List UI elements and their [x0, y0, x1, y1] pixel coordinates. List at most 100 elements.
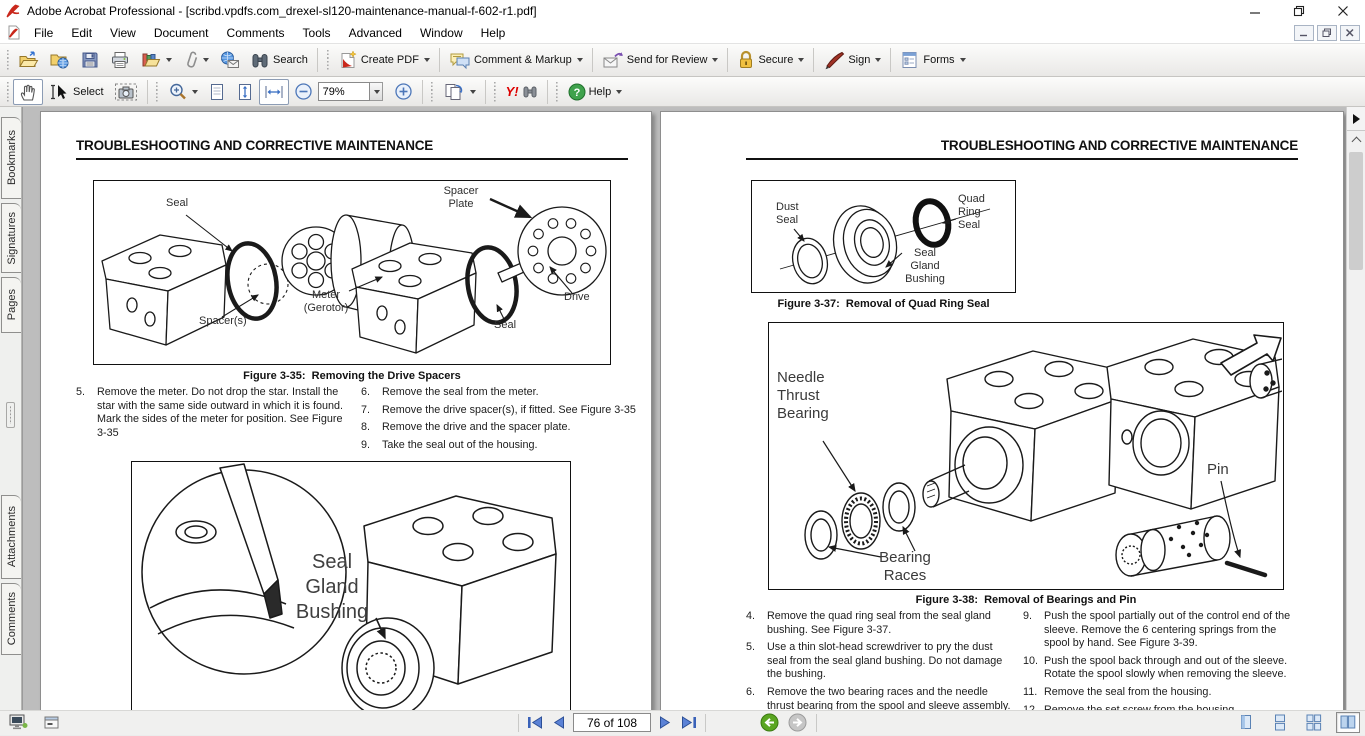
toolbar-grip[interactable]: [555, 82, 560, 102]
toolbar-grip[interactable]: [5, 82, 10, 102]
doc-restore-button[interactable]: [1317, 25, 1337, 41]
tab-signatures[interactable]: Signatures: [1, 203, 21, 273]
toolbar-separator: [727, 48, 728, 72]
menu-edit[interactable]: Edit: [62, 23, 101, 43]
menu-window[interactable]: Window: [411, 23, 472, 43]
first-page-button[interactable]: [526, 715, 545, 730]
figure-label-spacers: Spacer(s): [199, 315, 247, 328]
menu-help[interactable]: Help: [472, 23, 515, 43]
select-tool-button[interactable]: Select: [43, 79, 109, 105]
tab-attachments-label: Attachments: [6, 506, 18, 567]
figure-label-drive: Drive: [564, 291, 590, 304]
send-for-review-button[interactable]: Send for Review: [597, 47, 724, 73]
dropdown-arrow-icon: [374, 90, 380, 94]
step-number: 9.: [1023, 610, 1044, 651]
menu-advanced[interactable]: Advanced: [340, 23, 411, 43]
attach-button[interactable]: [177, 47, 214, 73]
snapshot-tool-button[interactable]: [109, 79, 143, 105]
menu-document[interactable]: Document: [145, 23, 218, 43]
menu-comments[interactable]: Comments: [218, 23, 294, 43]
zoom-level-input[interactable]: [318, 82, 370, 101]
dropdown-arrow-icon: [424, 58, 430, 62]
menu-file[interactable]: File: [25, 23, 62, 43]
facing-pages-icon: [1339, 714, 1357, 731]
menu-view[interactable]: View: [101, 23, 145, 43]
toolbar-grip[interactable]: [5, 50, 10, 70]
email-button[interactable]: [214, 47, 245, 73]
menu-tools[interactable]: Tools: [294, 23, 340, 43]
print-button[interactable]: [105, 47, 135, 73]
toolbar-grip[interactable]: [430, 82, 435, 102]
scrollbar-thumb[interactable]: [1349, 152, 1363, 270]
last-page-button[interactable]: [679, 715, 698, 730]
search-button[interactable]: Search: [245, 47, 313, 73]
minimize-button[interactable]: [1233, 0, 1277, 22]
step-number: 6.: [746, 686, 767, 710]
single-page-layout-button[interactable]: [1234, 712, 1258, 733]
create-pdf-button[interactable]: Create PDF: [333, 47, 435, 73]
continuous-facing-icon: [1305, 714, 1323, 731]
yahoo-logo-icon: Y!: [506, 84, 519, 99]
page-display-button[interactable]: [438, 79, 481, 105]
forms-button[interactable]: Forms: [895, 47, 970, 73]
hide-panel-button[interactable]: [1347, 107, 1365, 131]
next-page-button[interactable]: [658, 715, 672, 730]
toolbar-grip[interactable]: [493, 82, 498, 102]
zoom-in-button[interactable]: [389, 79, 418, 104]
zoom-tool-button[interactable]: [163, 79, 203, 105]
continuous-facing-layout-button[interactable]: [1302, 712, 1326, 733]
document-pane[interactable]: TROUBLESHOOTING AND CORRECTIVE MAINTENAN…: [22, 107, 1346, 710]
facing-layout-button[interactable]: [1336, 712, 1360, 733]
statusbar-separator: [816, 714, 817, 732]
page-number-input[interactable]: [573, 713, 651, 732]
toolbar-grip[interactable]: [325, 50, 330, 70]
zoom-level-dropdown[interactable]: [370, 82, 383, 101]
help-button[interactable]: ?Help: [563, 80, 628, 104]
fit-width-button[interactable]: [259, 79, 289, 105]
close-button[interactable]: [1321, 0, 1365, 22]
previous-view-button[interactable]: [760, 713, 779, 732]
scroll-up-button[interactable]: [1347, 131, 1365, 148]
open-button[interactable]: [13, 47, 44, 73]
status-bar: [0, 710, 1365, 735]
doc-minimize-button[interactable]: [1294, 25, 1314, 41]
doc-close-button[interactable]: [1340, 25, 1360, 41]
dropdown-arrow-icon: [875, 58, 881, 62]
figure-3-38-art: [769, 323, 1282, 588]
tab-pages[interactable]: Pages: [1, 277, 21, 333]
search-binoculars-icon: [250, 50, 270, 70]
save-button[interactable]: [75, 47, 105, 73]
step-item: 6.Remove the two bearing races and the n…: [746, 686, 1014, 710]
step-item: 11.Remove the seal from the housing.: [1023, 686, 1300, 700]
panel-splitter-handle[interactable]: [6, 402, 15, 428]
yahoo-search-button[interactable]: Y!: [501, 81, 543, 102]
tab-pages-label: Pages: [6, 289, 18, 320]
step-number: 11.: [1023, 686, 1044, 700]
figure-3-37-caption: Figure 3-37: Removal of Quad Ring Seal: [751, 298, 1016, 310]
actual-size-button[interactable]: [203, 79, 231, 105]
tab-bookmarks[interactable]: Bookmarks: [1, 117, 21, 199]
restore-button[interactable]: [1277, 0, 1321, 22]
previous-page-button[interactable]: [552, 715, 566, 730]
fit-page-button[interactable]: [231, 79, 259, 105]
tab-attachments[interactable]: Attachments: [1, 495, 21, 579]
reading-mode-icon[interactable]: [8, 713, 28, 732]
open-web-page-button[interactable]: [44, 47, 75, 73]
sign-button[interactable]: Sign: [818, 47, 886, 73]
next-view-button[interactable]: [788, 713, 807, 732]
continuous-layout-button[interactable]: [1268, 712, 1292, 733]
step-text: Remove the meter. Do not drop the star. …: [97, 386, 351, 440]
tab-comments[interactable]: Comments: [1, 583, 21, 655]
step-item: 8.Remove the drive and the spacer plate.: [361, 421, 649, 435]
toolbar-grip[interactable]: [155, 82, 160, 102]
step-item: 4.Remove the quad ring seal from the sea…: [746, 610, 1014, 637]
secure-button[interactable]: Secure: [732, 47, 809, 73]
zoom-out-button[interactable]: [289, 79, 318, 104]
pen-icon: [823, 50, 845, 70]
vertical-scrollbar[interactable]: [1347, 148, 1365, 710]
step-number: 6.: [361, 386, 382, 400]
hand-tool-button[interactable]: [13, 79, 43, 105]
organizer-button[interactable]: [135, 47, 177, 73]
comment-markup-button[interactable]: Comment & Markup: [444, 47, 588, 73]
doc-status-icon[interactable]: [43, 715, 61, 731]
